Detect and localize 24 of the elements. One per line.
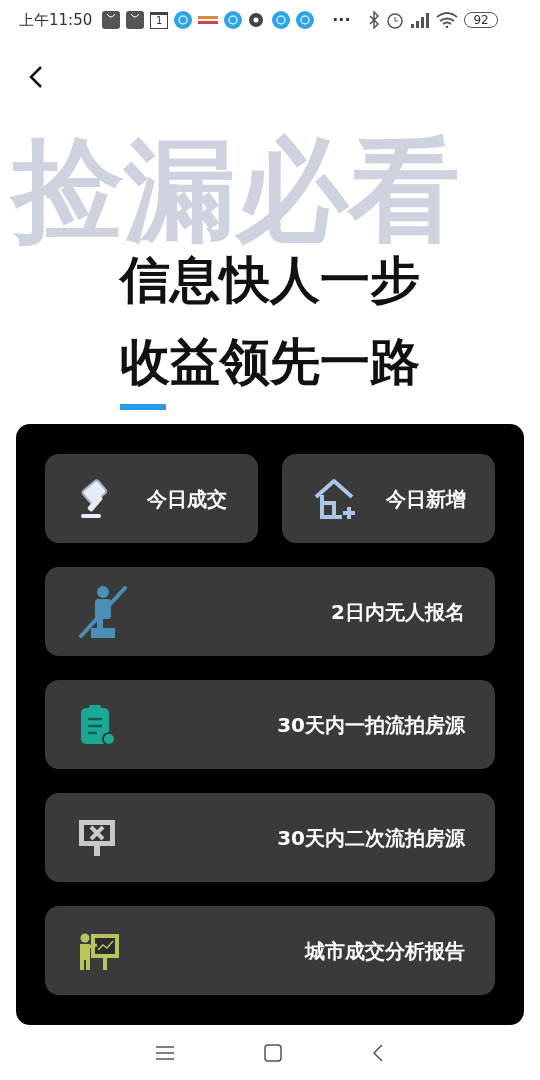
signal-icon bbox=[410, 12, 431, 28]
no-person-icon bbox=[77, 583, 129, 640]
menu-row[interactable]: 30天内二次流拍房源 bbox=[45, 793, 495, 882]
menu-icon[interactable] bbox=[156, 1045, 174, 1060]
menu-row[interactable]: 2日内无人报名 bbox=[45, 567, 495, 656]
cross-sign-icon bbox=[77, 817, 117, 858]
home-icon[interactable] bbox=[264, 1043, 282, 1062]
back-icon[interactable] bbox=[372, 1043, 384, 1062]
menu-row[interactable]: 城市成交分析报告 bbox=[45, 906, 495, 995]
menu-row[interactable]: 30天内一拍流拍房源 bbox=[45, 680, 495, 769]
shopping-bag-icon bbox=[102, 11, 121, 29]
back-icon bbox=[29, 65, 43, 89]
bluetooth-icon bbox=[368, 11, 381, 29]
accent-underline bbox=[120, 404, 166, 410]
shopping-bag-icon bbox=[126, 11, 145, 29]
menu-tile[interactable]: 今日新增 bbox=[282, 454, 495, 543]
headline: 信息快人一步 bbox=[120, 250, 421, 310]
wifi-icon bbox=[436, 12, 459, 28]
menu-tile[interactable]: 今日成交 bbox=[45, 454, 258, 543]
more-notifications: ··· bbox=[332, 9, 351, 31]
alarm-icon bbox=[386, 11, 405, 29]
status-time: 上午11:50 bbox=[19, 9, 93, 31]
headline: 收益领先一路 bbox=[120, 332, 421, 392]
calendar-icon: 1 bbox=[150, 11, 169, 29]
